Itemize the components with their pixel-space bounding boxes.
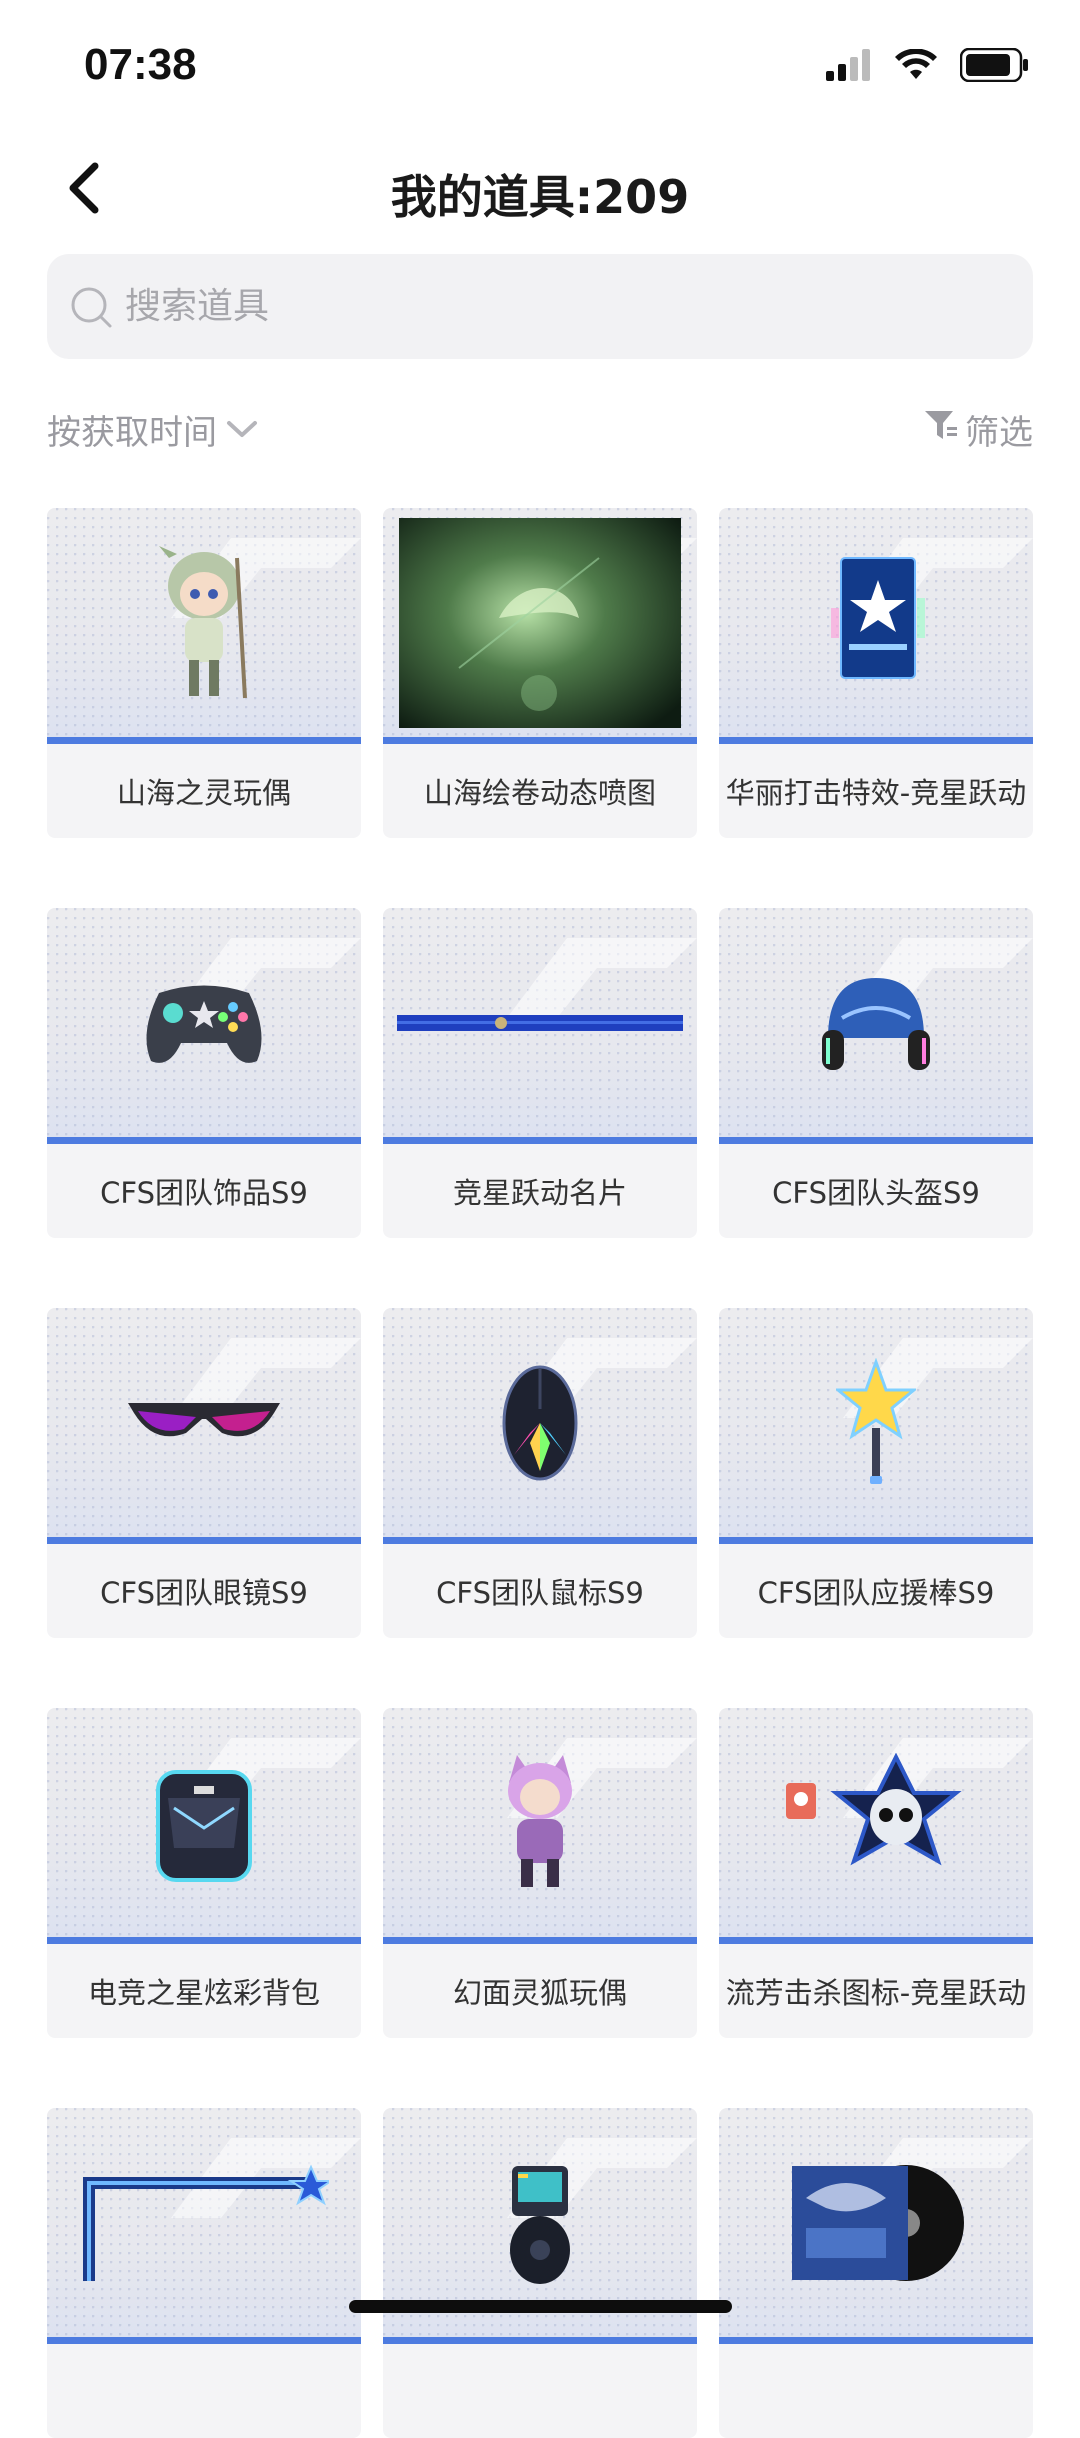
item-name: 山海绘卷动态喷图 [423,776,656,810]
item-card[interactable]: CFS团队应援棒S9 [719,1308,1033,1638]
wifi-icon [894,48,938,85]
item-card[interactable] [719,2108,1033,2438]
item-card[interactable] [383,2108,697,2438]
item-name [719,2344,1033,2438]
headset-icon [822,977,930,1070]
item-thumbnail [719,508,1033,744]
name-card-icon [397,1014,683,1031]
filter-icon [923,407,959,452]
page-title: 我的道具:209 [390,170,690,224]
item-thumbnail [383,908,697,1144]
item-name [383,2344,697,2438]
header: 我的道具:209 [0,145,1080,235]
item-name: 山海之灵玩偶 [116,776,291,810]
effect-box-icon [831,556,925,679]
item-card[interactable]: 幻面灵狐玩偶 [383,1708,697,2038]
item-thumbnail [383,1708,697,1944]
status-time: 07:38 [84,40,197,89]
item-card[interactable]: CFS团队饰品S9 [47,908,361,1238]
item-thumbnail [47,1308,361,1544]
item-name: 幻面灵狐玩偶 [452,1976,627,2010]
item-thumbnail [383,508,697,744]
item-name [47,2344,361,2438]
item-card[interactable]: 流芳击杀图标-竞星跃动 [719,1708,1033,2038]
item-name: CFS团队头盔S9 [772,1176,980,1210]
frame-icon [83,2163,329,2281]
search-icon [67,283,115,331]
item-thumbnail [719,1708,1033,1944]
item-thumbnail [47,2108,361,2344]
item-card[interactable]: 山海之灵玩偶 [47,508,361,838]
item-card[interactable]: 华丽打击特效-竞星跃动 [719,508,1033,838]
item-card[interactable]: 山海绘卷动态喷图 [383,508,697,838]
item-name: 流芳击杀图标-竞星跃动 [725,1976,1027,2010]
sort-button[interactable]: 按获取时间 [47,405,259,454]
search-box[interactable] [47,254,1033,359]
item-card[interactable]: CFS团队头盔S9 [719,908,1033,1238]
filter-button[interactable]: 筛选 [923,405,1033,454]
skull-badge-icon [786,1752,962,1865]
sort-filter-bar: 按获取时间 筛选 [47,405,1033,465]
item-thumbnail [47,1708,361,1944]
item-name: CFS团队饰品S9 [100,1176,308,1210]
chevron-down-icon [225,410,259,450]
item-name: CFS团队应援棒S9 [757,1576,995,1610]
backpack-icon [156,1769,252,1882]
filter-label: 筛选 [965,413,1033,453]
item-card[interactable]: 电竞之星炫彩背包 [47,1708,361,2038]
item-thumbnail [47,508,361,744]
item-card[interactable] [47,2108,361,2438]
item-thumbnail [719,1308,1033,1544]
item-card[interactable]: 竞星跃动名片 [383,908,697,1238]
star-wand-icon [836,1357,916,1484]
gamepad-icon [146,985,262,1063]
sort-label: 按获取时间 [47,413,217,453]
item-name: CFS团队眼镜S9 [100,1576,308,1610]
status-bar: 07:38 [0,0,1080,130]
item-name: 电竞之星炫彩背包 [87,1976,320,2010]
gadget-icon [510,2165,570,2284]
fox-doll-icon [508,1754,572,1887]
search-input[interactable] [123,285,1007,328]
item-thumbnail [719,908,1033,1144]
item-card[interactable]: CFS团队鼠标S9 [383,1308,697,1638]
item-thumbnail [719,2108,1033,2344]
glasses-icon [128,1402,280,1436]
music-album-icon [792,2164,964,2281]
item-thumbnail [383,1308,697,1544]
signal-icon [826,49,872,85]
home-indicator[interactable] [349,2300,732,2313]
battery-icon [959,47,1030,86]
item-card[interactable]: CFS团队眼镜S9 [47,1308,361,1638]
item-name: 竞星跃动名片 [452,1176,627,1210]
status-icons [826,47,1030,86]
item-thumbnail [47,908,361,1144]
item-name: CFS团队鼠标S9 [436,1576,644,1610]
animated-spray-icon [399,517,681,728]
item-name: 华丽打击特效-竞星跃动 [725,776,1027,810]
elf-doll-icon [159,545,247,698]
item-grid: 山海之灵玩偶 山海绘卷动态喷图 华丽打击特效-竞星跃动 CFS团队饰品S9 竞星… [47,508,1033,2438]
mouse-icon [502,1365,578,1480]
